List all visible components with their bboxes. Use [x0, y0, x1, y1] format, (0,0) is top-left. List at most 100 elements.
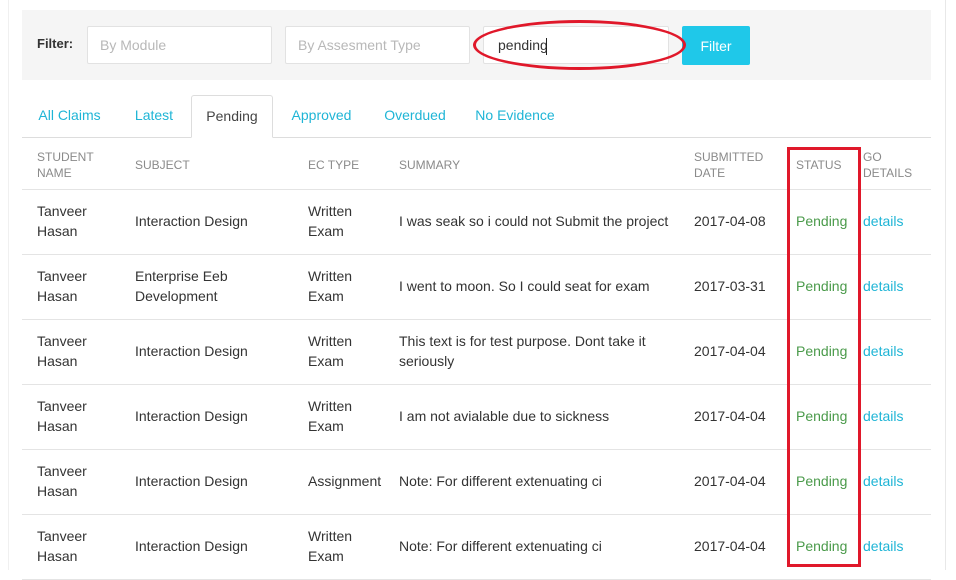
- filter-label: Filter:: [37, 36, 74, 51]
- student-name-line: Hasan: [37, 548, 78, 564]
- student-name-line: Hasan: [37, 418, 78, 434]
- submitted-date-line: 2017-04-08: [694, 213, 766, 229]
- ec-type: Written Exam: [308, 526, 393, 566]
- tab-latest[interactable]: Latest: [117, 95, 191, 137]
- header-ec-type: EC TYPE: [308, 158, 360, 172]
- submitted-date: 2017-03-31: [694, 276, 789, 296]
- ec-type-line: Exam: [308, 223, 344, 239]
- details-link[interactable]: details: [863, 211, 928, 231]
- details-link[interactable]: details: [863, 536, 928, 556]
- summary: Note: For different extenuating ci: [399, 471, 689, 491]
- summary-line: seriously: [399, 353, 455, 369]
- submitted-date-line: 2017-04-04: [694, 538, 766, 554]
- module-filter-input[interactable]: [87, 26, 272, 64]
- page-border-left: [8, 0, 9, 570]
- header-submitted-line1: SUBMITTED: [694, 150, 764, 164]
- subject: Interaction Design: [135, 211, 300, 231]
- details-link-line[interactable]: details: [863, 341, 928, 361]
- assessment-type-filter-input[interactable]: [285, 26, 470, 64]
- header-go-details: GO DETAILS: [863, 149, 928, 181]
- ec-type-line: Written: [308, 528, 353, 544]
- header-go-line2: DETAILS: [863, 166, 913, 180]
- student-name: Tanveer Hasan: [37, 266, 127, 306]
- header-submitted-line2: DATE: [694, 166, 726, 180]
- ec-type: Written Exam: [308, 331, 393, 371]
- details-link[interactable]: details: [863, 341, 928, 361]
- summary: I am not avialable due to sickness: [399, 406, 689, 426]
- ec-type-line: Written: [308, 398, 353, 414]
- submitted-date-line: 2017-04-04: [694, 343, 766, 359]
- submitted-date-line: 2017-04-04: [694, 473, 766, 489]
- student-name: Tanveer Hasan: [37, 396, 127, 436]
- tab-overdued[interactable]: Overdued: [370, 95, 460, 137]
- header-student-line1: STUDENT: [37, 150, 94, 164]
- annotation-ellipse: [473, 20, 686, 70]
- student-name: Tanveer Hasan: [37, 526, 127, 566]
- header-subject: SUBJECT: [135, 158, 190, 172]
- tab-all-claims[interactable]: All Claims: [22, 95, 117, 137]
- submitted-date-line: 2017-04-04: [694, 408, 766, 424]
- details-link-line[interactable]: details: [863, 211, 928, 231]
- summary-line: I went to moon. So I could seat for exam: [399, 278, 650, 294]
- student-name-line: Tanveer: [37, 398, 87, 414]
- summary-line: I was seak so i could not Submit the pro…: [399, 213, 669, 229]
- ec-type: Written Exam: [308, 396, 393, 436]
- details-link[interactable]: details: [863, 471, 928, 491]
- claims-tabs: All Claims Latest Pending Approved Overd…: [22, 95, 931, 138]
- subject-line: Interaction Design: [135, 538, 248, 554]
- ec-type: Written Exam: [308, 266, 393, 306]
- filter-button[interactable]: Filter: [682, 26, 750, 65]
- ec-type-line: Written: [308, 268, 353, 284]
- student-name-line: Hasan: [37, 483, 78, 499]
- subject: Interaction Design: [135, 406, 300, 426]
- student-name-line: Hasan: [37, 353, 78, 369]
- details-link[interactable]: details: [863, 276, 928, 296]
- details-link-line[interactable]: details: [863, 536, 928, 556]
- ec-type-line: Assignment: [308, 473, 382, 489]
- student-name: Tanveer Hasan: [37, 461, 127, 501]
- submitted-date: 2017-04-04: [694, 341, 789, 361]
- details-link-line[interactable]: details: [863, 406, 928, 426]
- tab-pending[interactable]: Pending: [191, 95, 273, 138]
- subject-line: Enterprise Eeb: [135, 268, 228, 284]
- submitted-date-line: 2017-03-31: [694, 278, 766, 294]
- ec-type-line: Written: [308, 333, 353, 349]
- header-student-name: STUDENT NAME: [37, 149, 127, 181]
- student-name-line: Tanveer: [37, 268, 87, 284]
- ec-type-line: Exam: [308, 288, 344, 304]
- student-name-line: Tanveer: [37, 528, 87, 544]
- subject: Enterprise Eeb Development: [135, 266, 300, 306]
- student-name-line: Tanveer: [37, 203, 87, 219]
- summary-line: This text is for test purpose. Dont take…: [399, 333, 646, 349]
- submitted-date: 2017-04-04: [694, 536, 789, 556]
- subject: Interaction Design: [135, 471, 300, 491]
- student-name-line: Hasan: [37, 223, 78, 239]
- submitted-date: 2017-04-04: [694, 471, 789, 491]
- subject-line: Interaction Design: [135, 213, 248, 229]
- details-link-line[interactable]: details: [863, 471, 928, 491]
- subject-line: Interaction Design: [135, 473, 248, 489]
- details-link-line[interactable]: details: [863, 276, 928, 296]
- student-name: Tanveer Hasan: [37, 331, 127, 371]
- subject-line: Interaction Design: [135, 343, 248, 359]
- header-submitted-date: SUBMITTED DATE: [694, 149, 789, 181]
- summary-line: I am not avialable due to sickness: [399, 408, 610, 424]
- header-student-line2: NAME: [37, 166, 72, 180]
- student-name: Tanveer Hasan: [37, 201, 127, 241]
- student-name-line: Hasan: [37, 288, 78, 304]
- student-name-line: Tanveer: [37, 333, 87, 349]
- annotation-rectangle: [787, 147, 861, 567]
- ec-type: Assignment: [308, 471, 393, 491]
- details-link[interactable]: details: [863, 406, 928, 426]
- summary: This text is for test purpose. Dont take…: [399, 331, 689, 371]
- tab-no-evidence[interactable]: No Evidence: [460, 95, 570, 137]
- summary: I was seak so i could not Submit the pro…: [399, 211, 689, 231]
- summary-line: Note: For different extenuating ci: [399, 538, 602, 554]
- tab-approved[interactable]: Approved: [273, 95, 370, 137]
- ec-type: Written Exam: [308, 201, 393, 241]
- header-summary: SUMMARY: [399, 158, 461, 172]
- subject: Interaction Design: [135, 536, 300, 556]
- summary-line: Note: For different extenuating ci: [399, 473, 602, 489]
- summary: I went to moon. So I could seat for exam: [399, 276, 689, 296]
- subject-line: Interaction Design: [135, 408, 248, 424]
